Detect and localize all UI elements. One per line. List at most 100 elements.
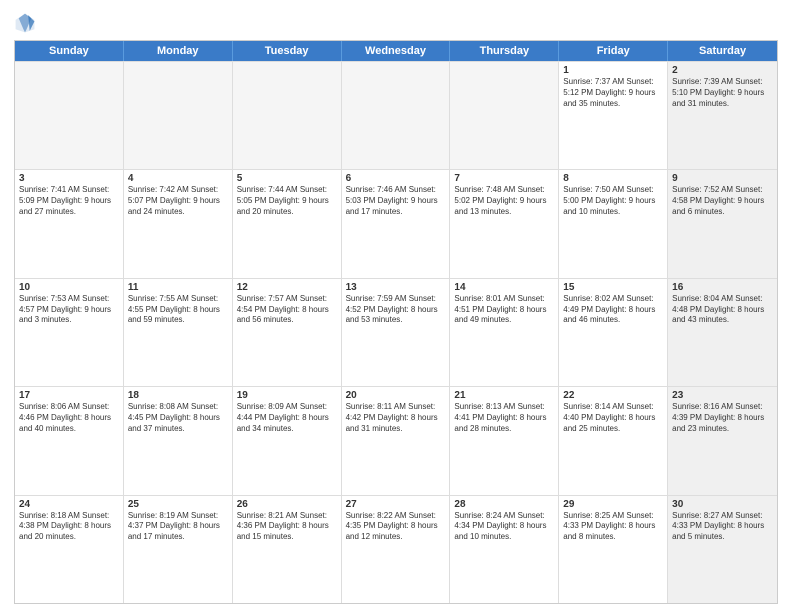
day-number: 17 (19, 390, 119, 401)
calendar-cell (450, 62, 559, 169)
cell-text: Sunrise: 7:39 AM Sunset: 5:10 PM Dayligh… (672, 77, 773, 109)
calendar-cell: 19Sunrise: 8:09 AM Sunset: 4:44 PM Dayli… (233, 387, 342, 494)
calendar-cell: 5Sunrise: 7:44 AM Sunset: 5:05 PM Daylig… (233, 170, 342, 277)
cell-text: Sunrise: 7:59 AM Sunset: 4:52 PM Dayligh… (346, 294, 446, 326)
cell-text: Sunrise: 8:14 AM Sunset: 4:40 PM Dayligh… (563, 402, 663, 434)
calendar-header: SundayMondayTuesdayWednesdayThursdayFrid… (15, 41, 777, 61)
calendar-cell: 14Sunrise: 8:01 AM Sunset: 4:51 PM Dayli… (450, 279, 559, 386)
calendar-cell: 3Sunrise: 7:41 AM Sunset: 5:09 PM Daylig… (15, 170, 124, 277)
cell-text: Sunrise: 8:04 AM Sunset: 4:48 PM Dayligh… (672, 294, 773, 326)
day-number: 12 (237, 282, 337, 293)
calendar-cell: 2Sunrise: 7:39 AM Sunset: 5:10 PM Daylig… (668, 62, 777, 169)
calendar-cell: 8Sunrise: 7:50 AM Sunset: 5:00 PM Daylig… (559, 170, 668, 277)
calendar-cell (124, 62, 233, 169)
cell-text: Sunrise: 8:21 AM Sunset: 4:36 PM Dayligh… (237, 511, 337, 543)
cell-text: Sunrise: 7:46 AM Sunset: 5:03 PM Dayligh… (346, 185, 446, 217)
calendar-cell: 12Sunrise: 7:57 AM Sunset: 4:54 PM Dayli… (233, 279, 342, 386)
page: SundayMondayTuesdayWednesdayThursdayFrid… (0, 0, 792, 612)
calendar-cell: 6Sunrise: 7:46 AM Sunset: 5:03 PM Daylig… (342, 170, 451, 277)
day-number: 27 (346, 499, 446, 510)
day-number: 7 (454, 173, 554, 184)
cell-text: Sunrise: 8:19 AM Sunset: 4:37 PM Dayligh… (128, 511, 228, 543)
day-number: 11 (128, 282, 228, 293)
header (14, 12, 778, 34)
calendar-cell: 24Sunrise: 8:18 AM Sunset: 4:38 PM Dayli… (15, 496, 124, 603)
day-number: 3 (19, 173, 119, 184)
calendar-cell: 23Sunrise: 8:16 AM Sunset: 4:39 PM Dayli… (668, 387, 777, 494)
cell-text: Sunrise: 8:18 AM Sunset: 4:38 PM Dayligh… (19, 511, 119, 543)
cell-text: Sunrise: 8:09 AM Sunset: 4:44 PM Dayligh… (237, 402, 337, 434)
weekday-header: Tuesday (233, 41, 342, 61)
calendar-cell: 10Sunrise: 7:53 AM Sunset: 4:57 PM Dayli… (15, 279, 124, 386)
calendar-cell: 16Sunrise: 8:04 AM Sunset: 4:48 PM Dayli… (668, 279, 777, 386)
cell-text: Sunrise: 8:27 AM Sunset: 4:33 PM Dayligh… (672, 511, 773, 543)
calendar-row: 24Sunrise: 8:18 AM Sunset: 4:38 PM Dayli… (15, 495, 777, 603)
day-number: 26 (237, 499, 337, 510)
cell-text: Sunrise: 7:57 AM Sunset: 4:54 PM Dayligh… (237, 294, 337, 326)
cell-text: Sunrise: 7:37 AM Sunset: 5:12 PM Dayligh… (563, 77, 663, 109)
calendar-row: 3Sunrise: 7:41 AM Sunset: 5:09 PM Daylig… (15, 169, 777, 277)
cell-text: Sunrise: 8:13 AM Sunset: 4:41 PM Dayligh… (454, 402, 554, 434)
cell-text: Sunrise: 8:16 AM Sunset: 4:39 PM Dayligh… (672, 402, 773, 434)
weekday-header: Monday (124, 41, 233, 61)
day-number: 19 (237, 390, 337, 401)
calendar-cell: 28Sunrise: 8:24 AM Sunset: 4:34 PM Dayli… (450, 496, 559, 603)
calendar-cell: 30Sunrise: 8:27 AM Sunset: 4:33 PM Dayli… (668, 496, 777, 603)
calendar-cell: 29Sunrise: 8:25 AM Sunset: 4:33 PM Dayli… (559, 496, 668, 603)
day-number: 4 (128, 173, 228, 184)
day-number: 30 (672, 499, 773, 510)
day-number: 16 (672, 282, 773, 293)
calendar-row: 1Sunrise: 7:37 AM Sunset: 5:12 PM Daylig… (15, 61, 777, 169)
cell-text: Sunrise: 7:41 AM Sunset: 5:09 PM Dayligh… (19, 185, 119, 217)
cell-text: Sunrise: 8:01 AM Sunset: 4:51 PM Dayligh… (454, 294, 554, 326)
cell-text: Sunrise: 7:53 AM Sunset: 4:57 PM Dayligh… (19, 294, 119, 326)
calendar-row: 17Sunrise: 8:06 AM Sunset: 4:46 PM Dayli… (15, 386, 777, 494)
calendar-cell (15, 62, 124, 169)
cell-text: Sunrise: 8:11 AM Sunset: 4:42 PM Dayligh… (346, 402, 446, 434)
day-number: 25 (128, 499, 228, 510)
day-number: 21 (454, 390, 554, 401)
logo (14, 12, 40, 34)
day-number: 18 (128, 390, 228, 401)
calendar-body: 1Sunrise: 7:37 AM Sunset: 5:12 PM Daylig… (15, 61, 777, 603)
calendar: SundayMondayTuesdayWednesdayThursdayFrid… (14, 40, 778, 604)
cell-text: Sunrise: 7:52 AM Sunset: 4:58 PM Dayligh… (672, 185, 773, 217)
calendar-cell: 1Sunrise: 7:37 AM Sunset: 5:12 PM Daylig… (559, 62, 668, 169)
weekday-header: Thursday (450, 41, 559, 61)
day-number: 1 (563, 65, 663, 76)
weekday-header: Saturday (668, 41, 777, 61)
calendar-cell (233, 62, 342, 169)
day-number: 20 (346, 390, 446, 401)
cell-text: Sunrise: 7:55 AM Sunset: 4:55 PM Dayligh… (128, 294, 228, 326)
calendar-cell: 13Sunrise: 7:59 AM Sunset: 4:52 PM Dayli… (342, 279, 451, 386)
calendar-cell: 21Sunrise: 8:13 AM Sunset: 4:41 PM Dayli… (450, 387, 559, 494)
day-number: 5 (237, 173, 337, 184)
calendar-cell: 20Sunrise: 8:11 AM Sunset: 4:42 PM Dayli… (342, 387, 451, 494)
calendar-row: 10Sunrise: 7:53 AM Sunset: 4:57 PM Dayli… (15, 278, 777, 386)
day-number: 23 (672, 390, 773, 401)
day-number: 29 (563, 499, 663, 510)
calendar-cell: 18Sunrise: 8:08 AM Sunset: 4:45 PM Dayli… (124, 387, 233, 494)
day-number: 22 (563, 390, 663, 401)
cell-text: Sunrise: 7:50 AM Sunset: 5:00 PM Dayligh… (563, 185, 663, 217)
day-number: 10 (19, 282, 119, 293)
day-number: 8 (563, 173, 663, 184)
day-number: 14 (454, 282, 554, 293)
calendar-cell: 4Sunrise: 7:42 AM Sunset: 5:07 PM Daylig… (124, 170, 233, 277)
calendar-cell: 27Sunrise: 8:22 AM Sunset: 4:35 PM Dayli… (342, 496, 451, 603)
cell-text: Sunrise: 8:02 AM Sunset: 4:49 PM Dayligh… (563, 294, 663, 326)
calendar-cell: 7Sunrise: 7:48 AM Sunset: 5:02 PM Daylig… (450, 170, 559, 277)
day-number: 28 (454, 499, 554, 510)
day-number: 24 (19, 499, 119, 510)
calendar-cell: 15Sunrise: 8:02 AM Sunset: 4:49 PM Dayli… (559, 279, 668, 386)
cell-text: Sunrise: 7:48 AM Sunset: 5:02 PM Dayligh… (454, 185, 554, 217)
cell-text: Sunrise: 8:08 AM Sunset: 4:45 PM Dayligh… (128, 402, 228, 434)
day-number: 15 (563, 282, 663, 293)
cell-text: Sunrise: 8:25 AM Sunset: 4:33 PM Dayligh… (563, 511, 663, 543)
calendar-cell: 9Sunrise: 7:52 AM Sunset: 4:58 PM Daylig… (668, 170, 777, 277)
calendar-cell: 11Sunrise: 7:55 AM Sunset: 4:55 PM Dayli… (124, 279, 233, 386)
logo-icon (14, 12, 36, 34)
cell-text: Sunrise: 8:06 AM Sunset: 4:46 PM Dayligh… (19, 402, 119, 434)
day-number: 13 (346, 282, 446, 293)
calendar-cell: 22Sunrise: 8:14 AM Sunset: 4:40 PM Dayli… (559, 387, 668, 494)
